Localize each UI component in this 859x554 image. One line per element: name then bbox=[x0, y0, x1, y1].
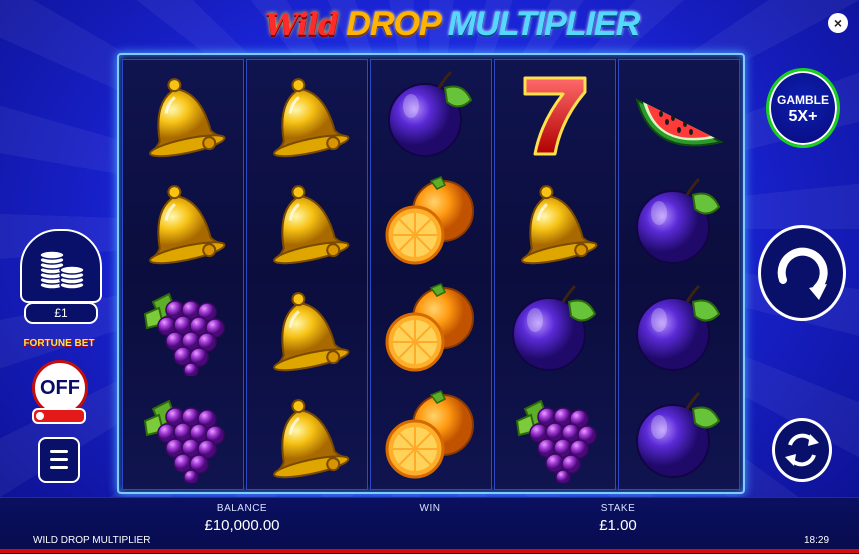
win-display: WIN bbox=[390, 503, 470, 517]
fortune-bet-label: FORTUNE BET bbox=[23, 338, 95, 349]
close-button[interactable]: × bbox=[828, 13, 848, 33]
stake-label: STAKE bbox=[600, 503, 636, 514]
reel-grid bbox=[117, 53, 745, 494]
coin-stack-icon bbox=[39, 250, 85, 290]
reel-4 bbox=[494, 59, 616, 490]
reel-1 bbox=[122, 59, 244, 490]
stake-value: £1.00 bbox=[599, 517, 637, 534]
footer-game-name: WILD DROP MULTIPLIER bbox=[33, 535, 151, 546]
plum-icon bbox=[495, 274, 615, 381]
footer-clock: 18:29 bbox=[804, 535, 830, 546]
bell-icon bbox=[123, 60, 243, 167]
bell-icon bbox=[247, 381, 367, 488]
plum-icon bbox=[619, 274, 739, 381]
bell-icon bbox=[247, 274, 367, 381]
balance-value: £10,000.00 bbox=[204, 517, 280, 534]
bell-icon bbox=[247, 60, 367, 167]
stake-display: STAKE £1.00 bbox=[568, 503, 668, 534]
gamble-button[interactable]: GAMBLE 5X+ bbox=[766, 68, 840, 148]
reel-5 bbox=[618, 59, 740, 490]
balance-label: BALANCE bbox=[216, 503, 268, 514]
bell-icon bbox=[123, 167, 243, 274]
gamble-multiplier: 5X+ bbox=[788, 108, 818, 125]
orange-icon bbox=[371, 274, 491, 381]
grapes-icon bbox=[123, 381, 243, 488]
footer-accent-line bbox=[0, 549, 859, 553]
game-logo: Wild DROP MULTIPLIER bbox=[265, 2, 640, 46]
watermelon-icon bbox=[619, 60, 739, 167]
orange-icon bbox=[371, 167, 491, 274]
seven-icon bbox=[495, 60, 615, 167]
orange-icon bbox=[371, 381, 491, 488]
autoplay-icon bbox=[785, 433, 819, 467]
autoplay-button[interactable] bbox=[772, 418, 832, 482]
grapes-icon bbox=[123, 274, 243, 381]
grapes-icon bbox=[495, 381, 615, 488]
reel-2 bbox=[246, 59, 368, 490]
bell-icon bbox=[495, 167, 615, 274]
coin-select-button[interactable] bbox=[20, 229, 102, 303]
bell-icon bbox=[247, 167, 367, 274]
logo-wild: Wild bbox=[265, 8, 339, 43]
fortune-bet-switch[interactable] bbox=[32, 408, 86, 424]
menu-button[interactable] bbox=[38, 437, 80, 483]
fortune-bet-toggle[interactable]: FORTUNE BET OFF bbox=[20, 338, 98, 426]
close-icon: × bbox=[833, 15, 843, 31]
coin-value-label[interactable]: £1 bbox=[24, 302, 98, 324]
balance-display: BALANCE £10,000.00 bbox=[192, 503, 292, 534]
logo-drop: DROP bbox=[346, 5, 440, 43]
win-label: WIN bbox=[419, 503, 441, 514]
logo-multiplier: MULTIPLIER bbox=[447, 5, 640, 43]
plum-icon bbox=[619, 167, 739, 274]
spin-arrow-icon bbox=[777, 247, 828, 300]
gamble-label: GAMBLE bbox=[777, 93, 829, 107]
reel-3 bbox=[370, 59, 492, 490]
plum-icon bbox=[619, 381, 739, 488]
spin-button[interactable] bbox=[758, 225, 846, 321]
plum-icon bbox=[371, 60, 491, 167]
